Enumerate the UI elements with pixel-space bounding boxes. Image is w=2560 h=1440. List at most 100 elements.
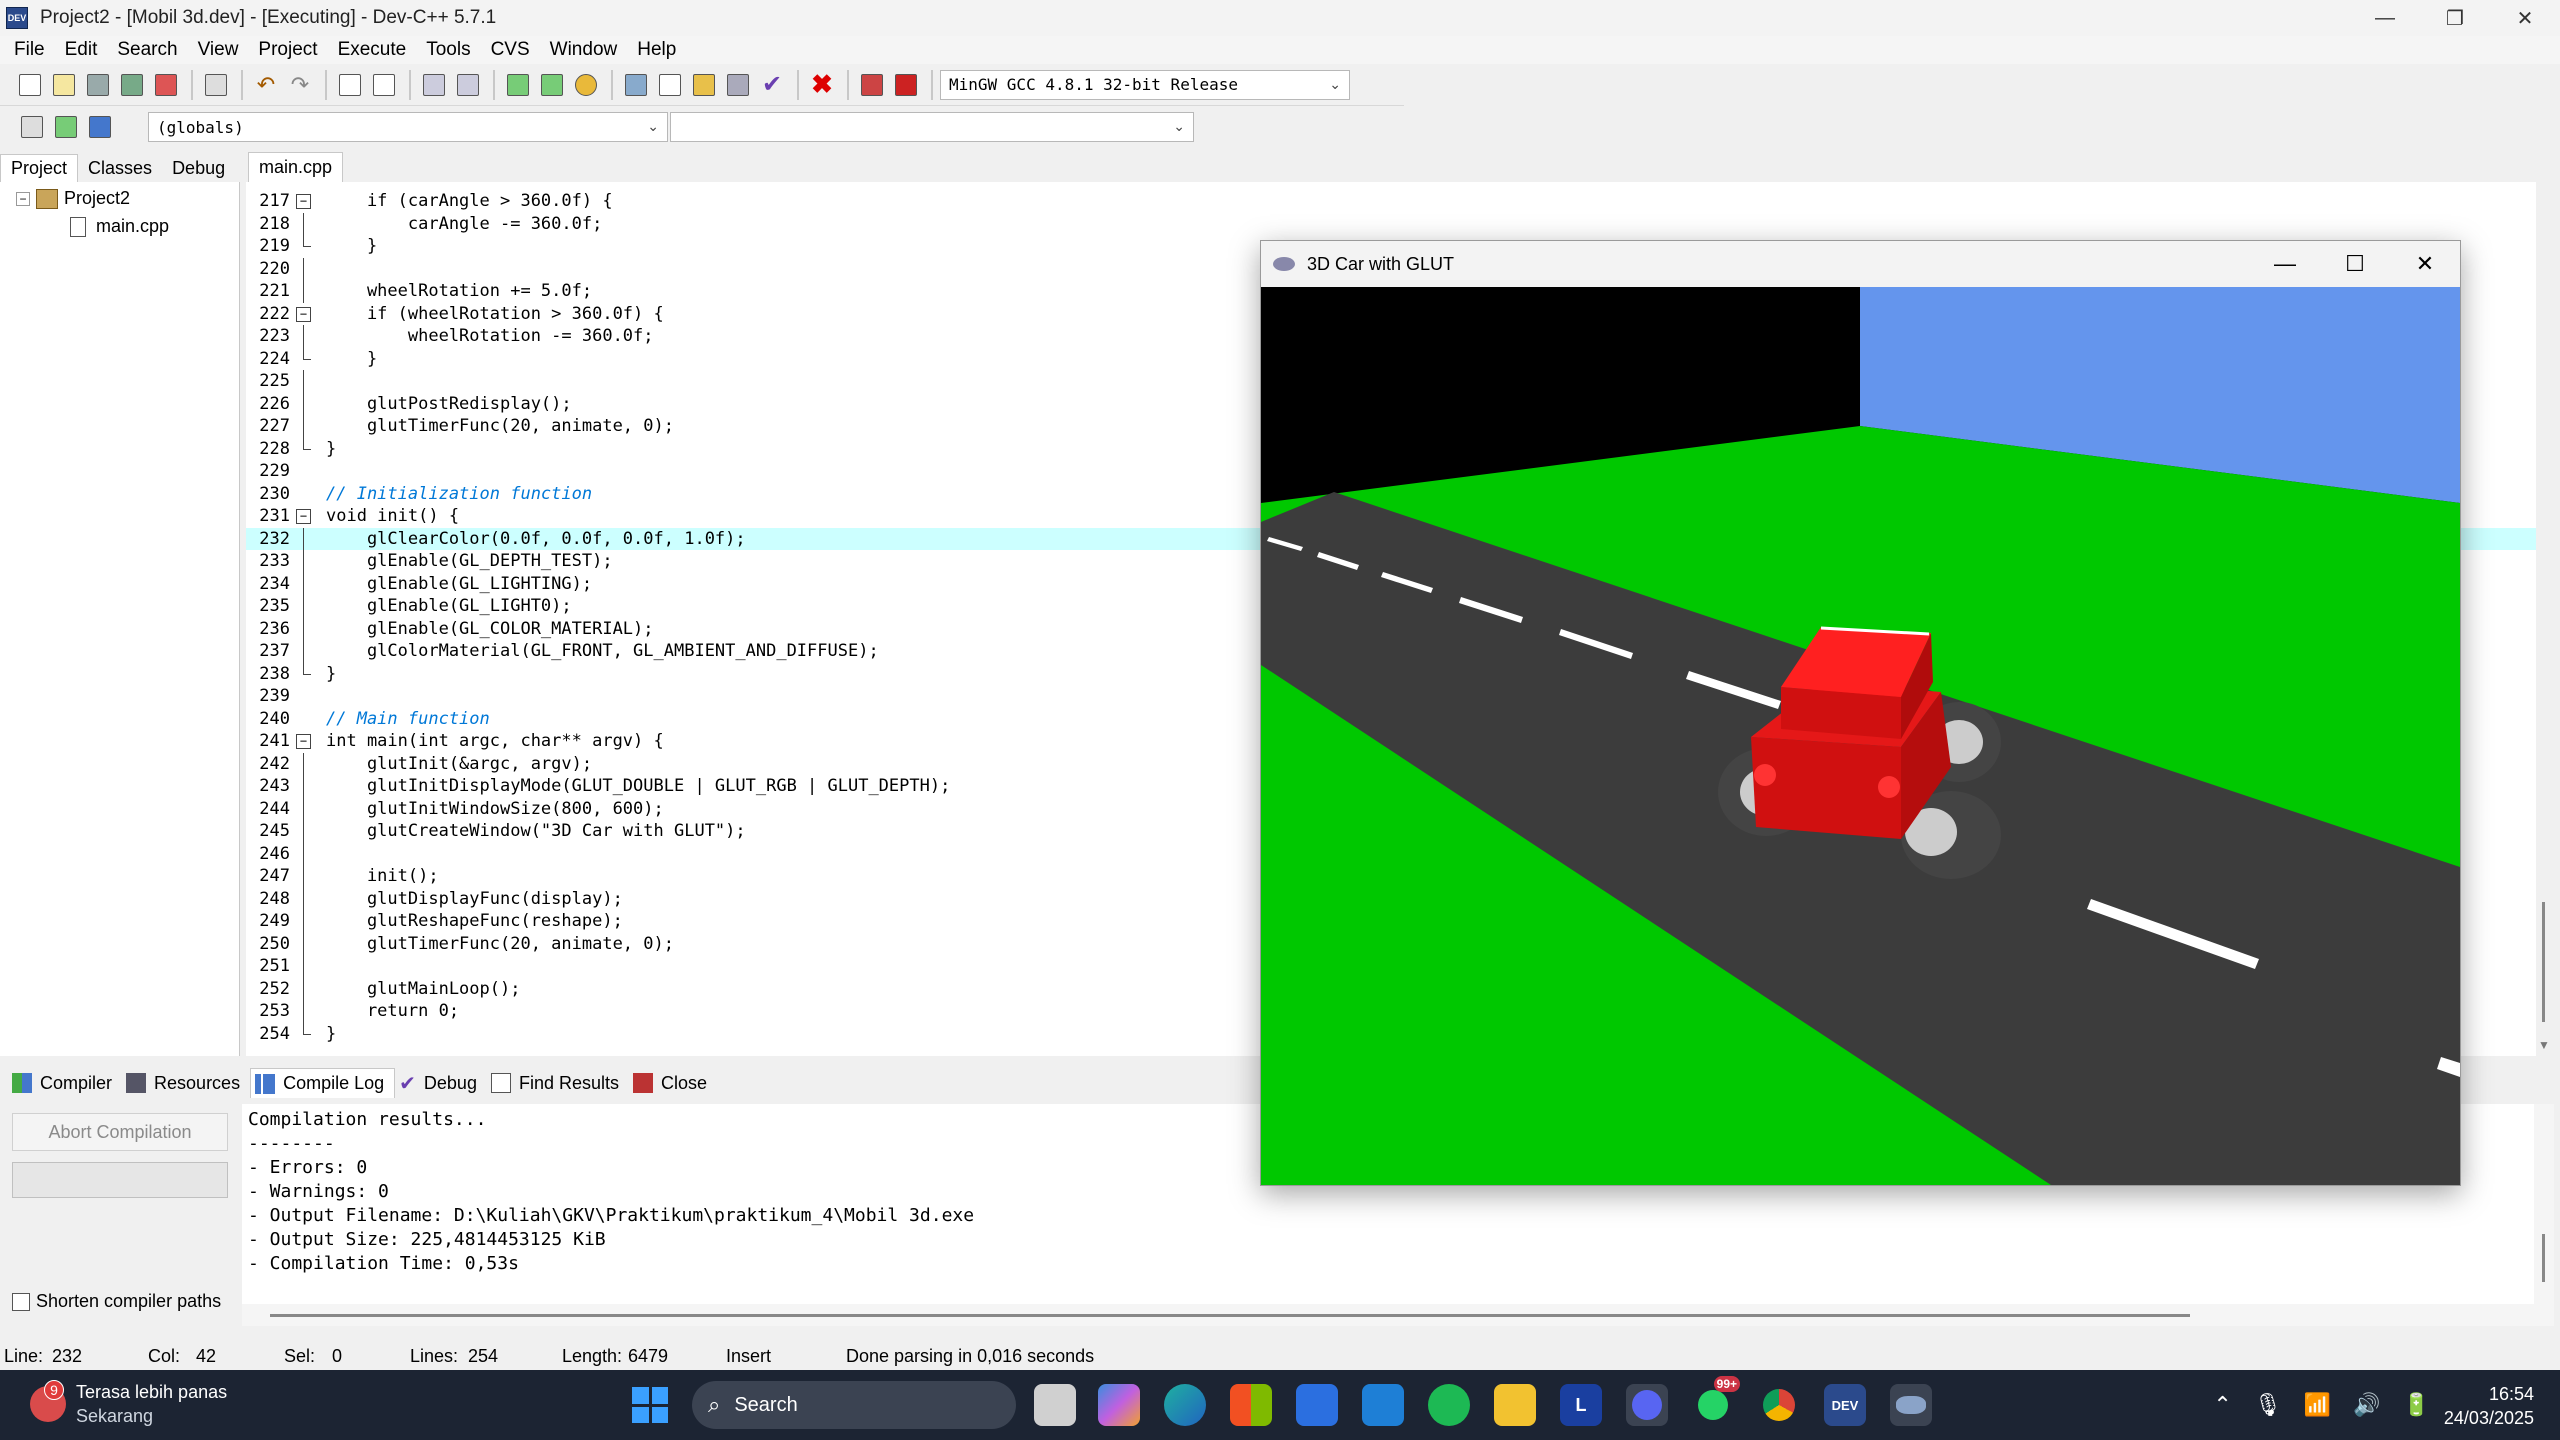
maximize-button[interactable]: ❐ xyxy=(2420,0,2490,36)
glut-minimize-button[interactable]: — xyxy=(2250,241,2320,287)
battery-icon[interactable]: 🔋 xyxy=(2403,1392,2430,1418)
whatsapp-icon[interactable]: 99+ xyxy=(1692,1376,1740,1426)
goto-button[interactable] xyxy=(50,111,82,143)
add-to-project-button[interactable] xyxy=(502,69,534,101)
task-view-icon[interactable] xyxy=(1034,1384,1076,1426)
wifi-icon[interactable]: 📶 xyxy=(2304,1392,2331,1418)
discord-icon[interactable] xyxy=(1626,1384,1668,1426)
save-button[interactable] xyxy=(82,69,114,101)
volume-icon[interactable]: 🔊 xyxy=(2353,1392,2380,1418)
syntax-check-button[interactable]: ✔ xyxy=(756,69,788,101)
save-all-button[interactable] xyxy=(116,69,148,101)
devcpp-icon[interactable]: DEV xyxy=(1824,1384,1866,1426)
run-button[interactable] xyxy=(654,69,686,101)
menu-execute[interactable]: Execute xyxy=(328,39,417,61)
tab-resources[interactable]: Resources xyxy=(122,1068,250,1098)
profile-delete-button[interactable] xyxy=(890,69,922,101)
tab-close[interactable]: Close xyxy=(629,1068,717,1098)
log-horizontal-scrollbar[interactable] xyxy=(242,1304,2534,1326)
tab-classes[interactable]: Classes xyxy=(78,155,162,182)
tree-node-file[interactable]: main.cpp xyxy=(70,216,169,237)
tab-compile-log[interactable]: Compile Log xyxy=(250,1068,396,1098)
project-options-button[interactable] xyxy=(570,69,602,101)
log-vscroll-thumb[interactable] xyxy=(2542,1234,2545,1282)
collapse-icon[interactable]: − xyxy=(16,191,30,206)
menu-window[interactable]: Window xyxy=(540,39,628,61)
tab-find-results[interactable]: Find Results xyxy=(487,1068,629,1098)
glut-render-canvas[interactable] xyxy=(1261,287,2460,1185)
indent-button[interactable] xyxy=(418,69,450,101)
spotify-icon[interactable] xyxy=(1428,1384,1470,1426)
file-explorer-icon[interactable] xyxy=(1494,1384,1536,1426)
print-button[interactable] xyxy=(200,69,232,101)
tree-node-project[interactable]: − Project2 xyxy=(16,188,130,209)
scope-select[interactable]: (globals) ⌄ xyxy=(148,112,668,142)
word-icon[interactable] xyxy=(1296,1384,1338,1426)
compile-button[interactable] xyxy=(620,69,652,101)
copilot-icon[interactable] xyxy=(1098,1384,1140,1426)
editor-scrollbar[interactable]: ▼ xyxy=(2536,182,2554,1056)
insert-button[interactable] xyxy=(16,111,48,143)
unindent-button[interactable] xyxy=(452,69,484,101)
compiler-select[interactable]: MinGW GCC 4.8.1 32-bit Release ⌄ xyxy=(940,69,1350,100)
menu-file[interactable]: File xyxy=(4,39,55,61)
fold-toggle-icon[interactable]: − xyxy=(296,509,311,524)
glut-close-button[interactable]: ✕ xyxy=(2390,241,2460,287)
shorten-paths-checkbox[interactable]: Shorten compiler paths xyxy=(12,1291,221,1312)
stop-execution-button[interactable]: ✖ xyxy=(806,69,838,101)
taskbar-search[interactable]: ⌕ Search xyxy=(692,1381,1016,1429)
redo-button[interactable]: ↷ xyxy=(284,69,316,101)
glut-title-bar[interactable]: 3D Car with GLUT — ☐ ✕ xyxy=(1261,241,2460,287)
vscode-icon[interactable] xyxy=(1362,1384,1404,1426)
open-file-button[interactable] xyxy=(48,69,80,101)
menu-search[interactable]: Search xyxy=(107,39,187,61)
code-line[interactable]: 218 carAngle -= 360.0f; xyxy=(246,212,2536,235)
menu-edit[interactable]: Edit xyxy=(55,39,108,61)
menu-cvs[interactable]: CVS xyxy=(481,39,540,61)
new-file-button[interactable] xyxy=(14,69,46,101)
menu-view[interactable]: View xyxy=(188,39,249,61)
minimize-button[interactable]: — xyxy=(2350,0,2420,36)
symbol-select[interactable]: ⌄ xyxy=(670,112,1194,142)
log-scroll-thumb[interactable] xyxy=(270,1314,2190,1317)
tab-project[interactable]: Project xyxy=(0,154,79,182)
log-vertical-scrollbar[interactable] xyxy=(2534,1104,2554,1326)
profile-button[interactable] xyxy=(856,69,888,101)
compile-run-button[interactable] xyxy=(688,69,720,101)
editor-scroll-thumb[interactable] xyxy=(2542,902,2545,1022)
close-file-button[interactable] xyxy=(150,69,182,101)
microphone-icon[interactable]: 🎙 xyxy=(2254,1392,2282,1418)
edge-icon[interactable] xyxy=(1164,1384,1206,1426)
chevron-up-icon[interactable]: ⌃ xyxy=(2213,1392,2231,1418)
checkbox-icon[interactable] xyxy=(12,1292,30,1311)
close-button[interactable]: ✕ xyxy=(2490,0,2560,36)
weather-widget[interactable]: 9 Terasa lebih panas Sekarang xyxy=(30,1380,227,1428)
menu-tools[interactable]: Tools xyxy=(416,39,480,61)
code-line[interactable]: 217− if (carAngle > 360.0f) { xyxy=(246,190,2536,213)
editor-tab-main[interactable]: main.cpp xyxy=(248,152,344,182)
abort-compilation-button[interactable]: Abort Compilation xyxy=(12,1113,228,1151)
undo-button[interactable]: ↶ xyxy=(250,69,282,101)
bookmark-button[interactable] xyxy=(84,111,116,143)
scroll-down-icon[interactable]: ▼ xyxy=(2538,1038,2550,1052)
rebuild-button[interactable] xyxy=(722,69,754,101)
tab-compiler[interactable]: Compiler xyxy=(8,1068,122,1098)
remove-from-project-button[interactable] xyxy=(536,69,568,101)
glut-app-icon[interactable] xyxy=(1890,1384,1932,1426)
fold-toggle-icon[interactable]: − xyxy=(296,194,311,209)
replace-button[interactable] xyxy=(368,69,400,101)
chrome-icon[interactable] xyxy=(1758,1384,1800,1426)
line-app-icon[interactable]: L xyxy=(1560,1384,1602,1426)
start-button[interactable] xyxy=(632,1387,668,1423)
system-clock[interactable]: 16:54 24/03/2025 xyxy=(2444,1382,2534,1430)
glut-maximize-button[interactable]: ☐ xyxy=(2320,241,2390,287)
tab-debug[interactable]: Debug xyxy=(162,155,235,182)
menu-project[interactable]: Project xyxy=(248,39,327,61)
menu-help[interactable]: Help xyxy=(627,39,686,61)
fold-toggle-icon[interactable]: − xyxy=(296,734,311,749)
find-button[interactable] xyxy=(334,69,366,101)
fold-toggle-icon[interactable]: − xyxy=(296,306,311,322)
glut-window[interactable]: 3D Car with GLUT — ☐ ✕ xyxy=(1260,240,2461,1186)
tab-debug-bottom[interactable]: ✔ Debug xyxy=(395,1068,487,1098)
store-icon[interactable] xyxy=(1230,1384,1272,1426)
